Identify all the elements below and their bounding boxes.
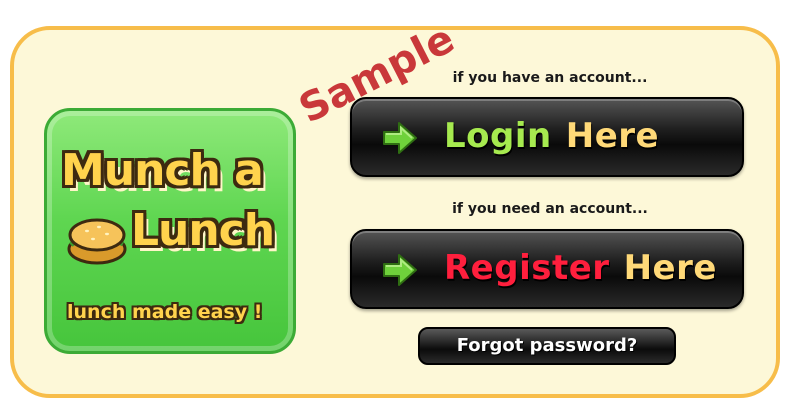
register-button[interactable]: Register Here xyxy=(350,229,744,309)
register-button-label: Register Here xyxy=(444,248,717,288)
register-prompt: if you need an account... xyxy=(452,201,648,217)
register-button-word2: Here xyxy=(623,248,717,288)
app-logo: Munch a Lunch lunch made easy ! xyxy=(44,108,296,354)
sample-watermark: Sample xyxy=(292,16,462,133)
login-prompt: if you have an account... xyxy=(452,70,648,86)
logo-title-line1: Munch a xyxy=(61,145,264,196)
forgot-password-button[interactable]: Forgot password? xyxy=(418,327,676,365)
login-button-word1: Login xyxy=(444,116,552,156)
right-arrow-icon xyxy=(383,254,417,286)
logo-tagline: lunch made easy ! xyxy=(67,301,263,323)
logo-title-line2: Lunch xyxy=(131,205,275,256)
login-button[interactable]: Login Here xyxy=(350,97,744,177)
sandwich-icon xyxy=(67,218,127,265)
login-button-word2: Here xyxy=(565,116,660,156)
login-button-label: Login Here xyxy=(444,116,659,156)
right-arrow-icon xyxy=(383,122,417,154)
register-button-word1: Register xyxy=(444,248,610,288)
